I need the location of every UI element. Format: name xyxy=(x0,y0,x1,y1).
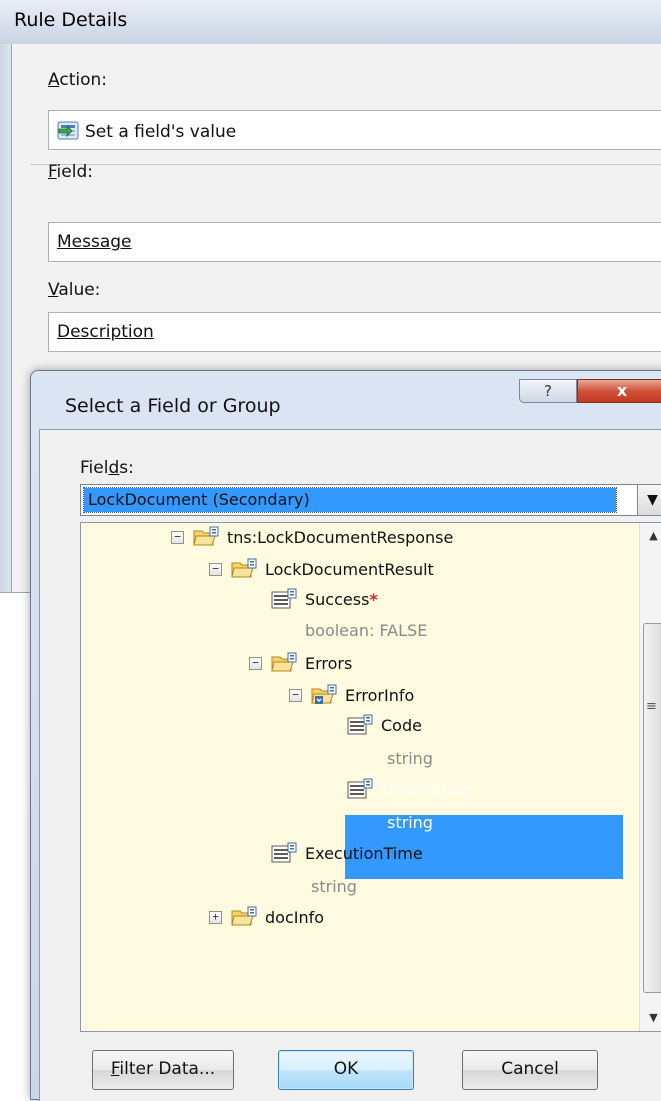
tree-node-success[interactable]: Success* xyxy=(271,585,471,615)
fields-label: Fields: xyxy=(80,458,134,478)
value-input[interactable]: Description xyxy=(48,312,661,352)
scroll-down-arrow-icon[interactable]: ▼ xyxy=(640,1005,661,1031)
collapse-toggle-icon[interactable]: − xyxy=(249,657,262,670)
tree-node-executiontime[interactable]: ExecutionTime xyxy=(271,839,491,869)
value-value: Description xyxy=(57,322,154,342)
data-source-dropdown[interactable]: LockDocument (Secondary) ▼ xyxy=(80,484,661,516)
close-button[interactable]: x xyxy=(577,379,661,403)
rule-details-titlebar[interactable]: Rule Details xyxy=(0,0,661,44)
scroll-grip-icon: ≡ xyxy=(646,699,657,714)
repeating-group-icon xyxy=(311,684,337,704)
collapse-toggle-icon[interactable]: − xyxy=(171,531,184,544)
field-icon xyxy=(271,588,297,609)
tree-node-code[interactable]: Code xyxy=(347,711,547,741)
field-input[interactable]: Message xyxy=(48,222,661,262)
set-field-value-icon xyxy=(57,121,79,140)
tree-node-description[interactable]: Description xyxy=(347,775,623,805)
divider xyxy=(30,164,661,165)
data-source-value: LockDocument (Secondary) xyxy=(83,487,617,513)
tree-node-type: string xyxy=(311,877,357,896)
window-frame xyxy=(0,44,12,592)
field-icon xyxy=(271,842,297,863)
field-tree[interactable]: − tns:LockDocumentResponse − LockDocumen… xyxy=(80,522,661,1032)
tree-node-lockdocumentresult[interactable]: − LockDocumentResult xyxy=(209,555,509,585)
required-mark: * xyxy=(369,590,378,609)
group-folder-icon xyxy=(231,558,257,578)
action-field[interactable]: Set a field's value xyxy=(48,110,661,150)
scroll-up-arrow-icon[interactable]: ▲ xyxy=(640,523,661,549)
tree-node-lockdocumentresponse[interactable]: − tns:LockDocumentResponse xyxy=(171,523,471,553)
window-title: Rule Details xyxy=(14,9,128,31)
value-label: Value: xyxy=(48,280,101,300)
collapse-toggle-icon[interactable]: − xyxy=(209,563,222,576)
field-value: Message xyxy=(57,232,132,252)
field-icon xyxy=(347,778,373,799)
window-edge xyxy=(0,592,30,593)
tree-node-errorinfo[interactable]: − ErrorInfo xyxy=(289,681,489,711)
dropdown-arrow-icon[interactable]: ▼ xyxy=(637,485,661,515)
tree-scrollbar[interactable]: ▲ ≡ ▼ xyxy=(639,523,661,1031)
group-folder-icon xyxy=(271,652,297,672)
dialog-body: Fields: LockDocument (Secondary) ▼ − tns… xyxy=(39,429,661,1101)
tree-node-type: string xyxy=(387,813,433,832)
select-field-dialog: Select a Field or Group ? x Fields: Lock… xyxy=(30,370,661,1101)
filter-data-button[interactable]: Filter Data... xyxy=(92,1050,234,1090)
scroll-thumb[interactable] xyxy=(643,623,661,993)
tree-node-errors[interactable]: − Errors xyxy=(249,649,449,679)
group-folder-icon xyxy=(193,526,219,546)
help-button[interactable]: ? xyxy=(519,379,577,403)
group-folder-icon xyxy=(231,906,257,926)
tree-node-type: string xyxy=(387,749,433,768)
action-value: Set a field's value xyxy=(85,122,237,142)
action-label: Action: xyxy=(48,70,107,90)
collapse-toggle-icon[interactable]: − xyxy=(289,689,302,702)
expand-toggle-icon[interactable]: + xyxy=(209,911,222,924)
tree-node-docinfo[interactable]: + docInfo xyxy=(209,903,409,933)
tree-node-type: boolean: FALSE xyxy=(305,621,428,640)
field-label: Field: xyxy=(48,162,93,182)
field-icon xyxy=(347,714,373,735)
ok-button[interactable]: OK xyxy=(278,1050,414,1090)
dialog-title: Select a Field or Group xyxy=(65,395,281,417)
cancel-button[interactable]: Cancel xyxy=(462,1050,598,1090)
